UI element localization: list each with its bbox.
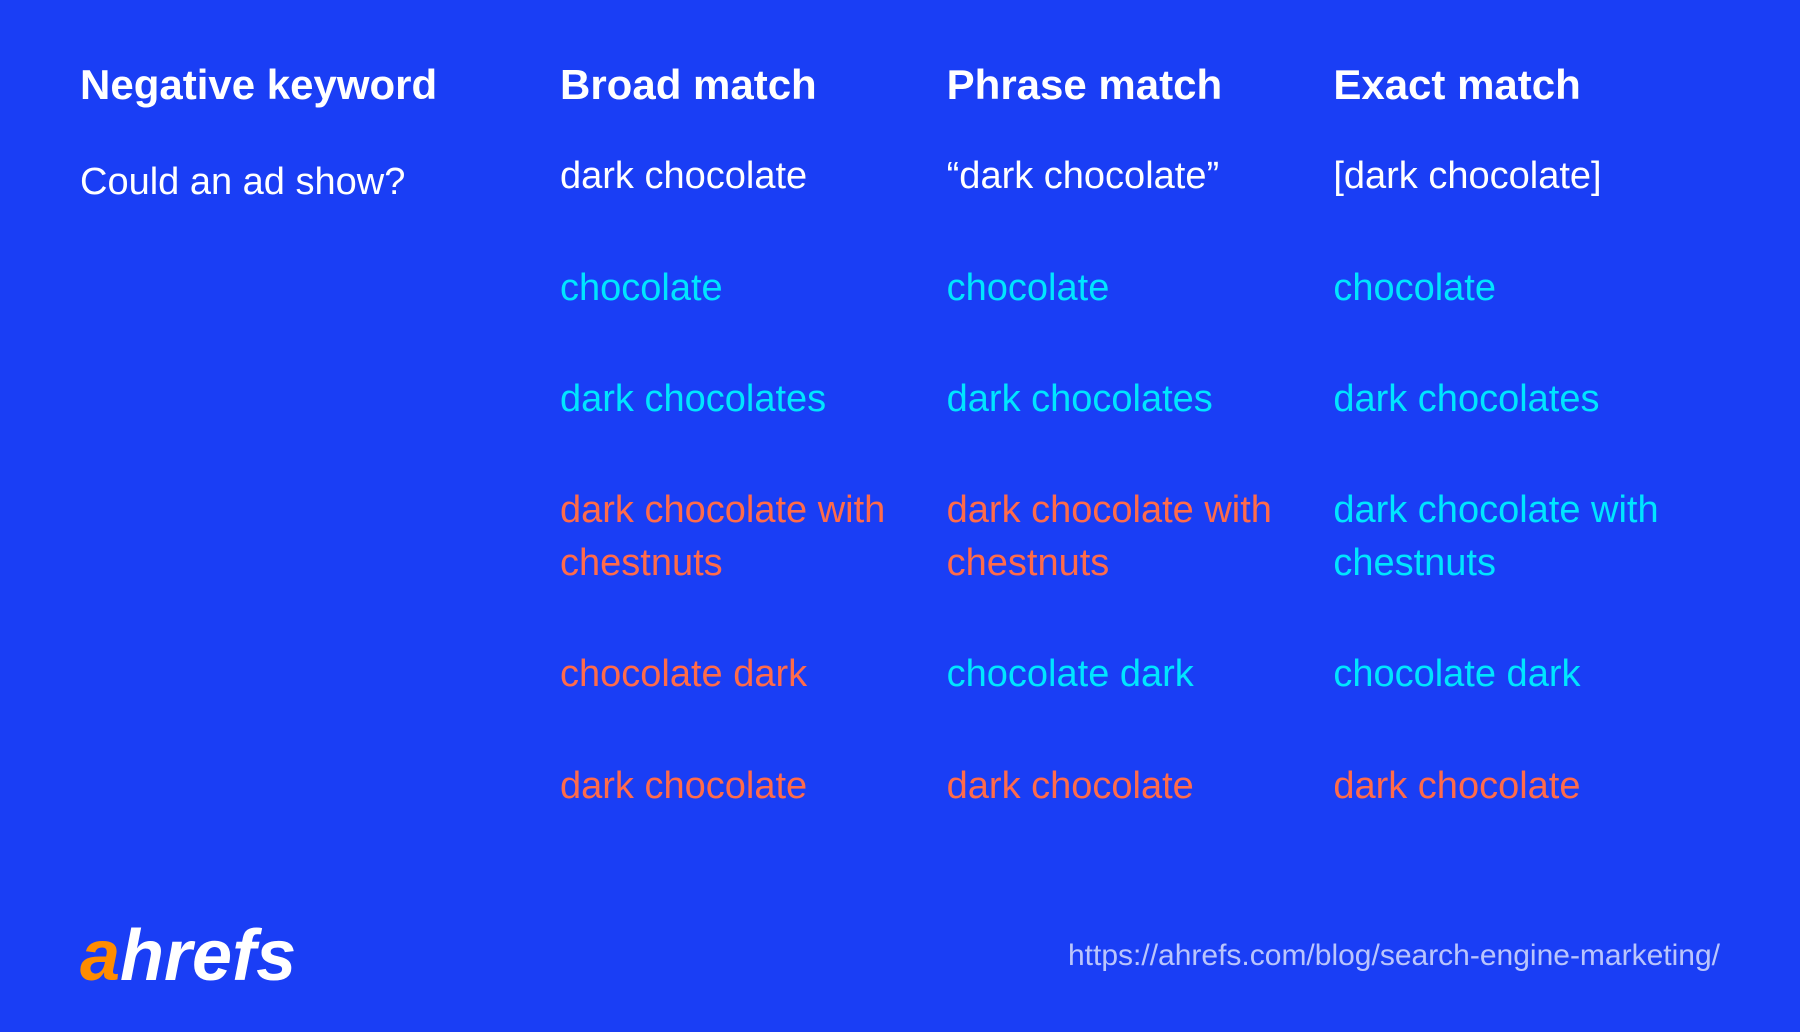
- negative-keyword-column: Negative keyword Could an ad show?: [80, 60, 560, 890]
- exact-match-row-4: dark chocolate with chestnuts: [1333, 484, 1720, 590]
- logo-container: a hrefs: [80, 920, 296, 992]
- exact-match-data: [dark chocolate] chocolate dark chocolat…: [1333, 150, 1720, 842]
- phrase-match-row-5: chocolate dark: [947, 648, 1334, 701]
- footer-url: https://ahrefs.com/blog/search-engine-ma…: [1068, 939, 1720, 973]
- exact-match-row-5: chocolate dark: [1333, 648, 1720, 701]
- phrase-match-column: Phrase match “dark chocolate” chocolate …: [947, 60, 1334, 890]
- exact-match-header: Exact match: [1333, 60, 1720, 110]
- exact-match-row-1: [dark chocolate]: [1333, 150, 1720, 203]
- broad-match-row-2: chocolate: [560, 262, 947, 315]
- phrase-match-row-1: “dark chocolate”: [947, 150, 1334, 203]
- logo-hrefs: hrefs: [120, 920, 296, 992]
- phrase-match-row-2: chocolate: [947, 262, 1334, 315]
- main-container: Negative keyword Could an ad show? Broad…: [0, 0, 1800, 1032]
- phrase-match-row-6: dark chocolate: [947, 760, 1334, 813]
- broad-match-row-3: dark chocolates: [560, 373, 947, 426]
- negative-keyword-row-label: Could an ad show?: [80, 158, 560, 207]
- broad-match-row-1: dark chocolate: [560, 150, 947, 203]
- phrase-match-row-3: dark chocolates: [947, 373, 1334, 426]
- phrase-match-header: Phrase match: [947, 60, 1334, 110]
- exact-match-row-3: dark chocolates: [1333, 373, 1720, 426]
- broad-match-data: dark chocolate chocolate dark chocolates…: [560, 150, 947, 842]
- footer: a hrefs https://ahrefs.com/blog/search-e…: [80, 900, 1720, 992]
- broad-match-row-5: chocolate dark: [560, 648, 947, 701]
- exact-match-row-2: chocolate: [1333, 262, 1720, 315]
- broad-match-header: Broad match: [560, 60, 947, 110]
- exact-match-column: Exact match [dark chocolate] chocolate d…: [1333, 60, 1720, 890]
- broad-match-column: Broad match dark chocolate chocolate dar…: [560, 60, 947, 890]
- exact-match-row-6: dark chocolate: [1333, 760, 1720, 813]
- broad-match-row-6: dark chocolate: [560, 760, 947, 813]
- broad-match-row-4: dark chocolate with chestnuts: [560, 484, 947, 590]
- negative-keyword-header: Negative keyword: [80, 60, 560, 110]
- logo-a: a: [80, 920, 120, 992]
- table-area: Negative keyword Could an ad show? Broad…: [80, 60, 1720, 890]
- phrase-match-data: “dark chocolate” chocolate dark chocolat…: [947, 150, 1334, 842]
- phrase-match-row-4: dark chocolate with chestnuts: [947, 484, 1334, 590]
